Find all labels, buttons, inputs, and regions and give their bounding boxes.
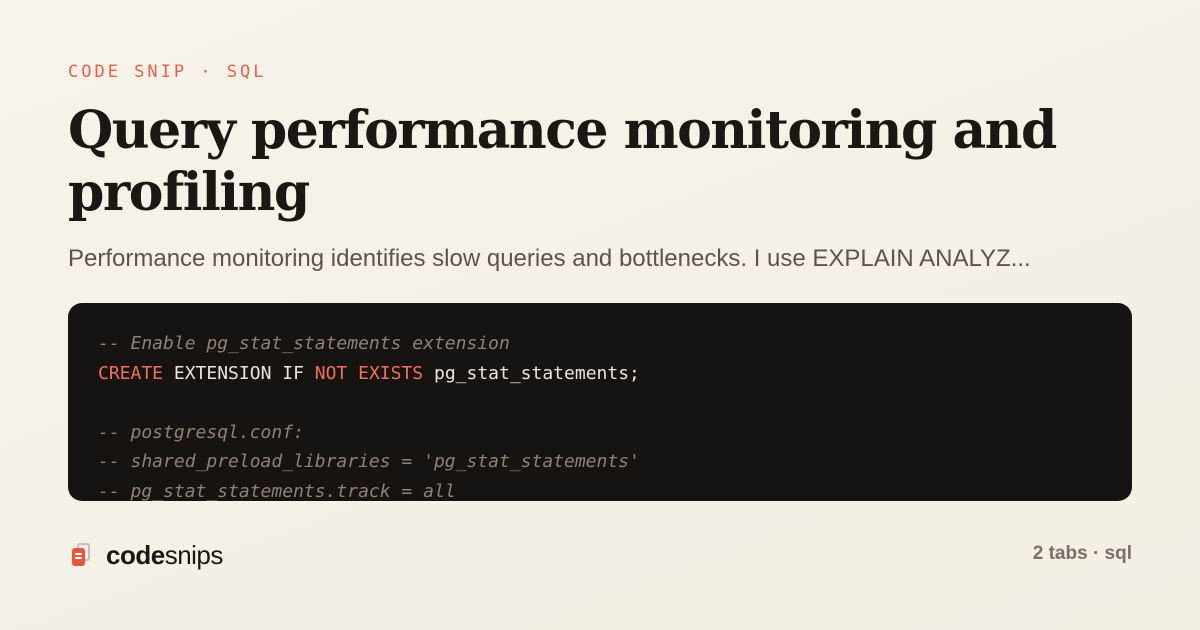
code-line: -- pg_stat_statements.track = all — [98, 477, 1102, 502]
code-token-keyword: CREATE — [98, 362, 164, 384]
code-token-comment: -- Enable pg_stat_statements extension — [98, 333, 510, 354]
snippet-logo-icon — [72, 542, 92, 569]
brand-name: codesnips — [106, 540, 223, 571]
code-token-comment: -- pg_stat_statements.track = all — [98, 480, 456, 502]
snippet-description: Performance monitoring identifies slow q… — [68, 245, 1031, 272]
code-block: -- Enable pg_stat_statements extension CR… — [68, 303, 1132, 501]
code-token-comment: -- shared_preload_libraries = 'pg_stat_s… — [98, 451, 640, 472]
eyebrow-label: CODE SNIP · SQL — [68, 62, 267, 82]
page-title: Query performance monitoring and profili… — [68, 100, 1057, 223]
brand-logo[interactable]: codesnips — [72, 540, 223, 571]
brand-name-strong: code — [106, 540, 165, 570]
snippet-meta: 2 tabs · sql — [1032, 543, 1132, 564]
code-line: CREATE EXTENSION IF NOT EXISTS pg_stat_s… — [98, 359, 1102, 389]
brand-name-light: snips — [164, 540, 224, 570]
code-token-keyword: EXISTS — [358, 362, 424, 384]
code-token-plain: EXTENSION IF — [163, 362, 315, 384]
code-token-plain: pg_stat_statements; — [423, 362, 640, 384]
code-line: -- Enable pg_stat_statements extension — [98, 329, 1102, 359]
code-line: -- shared_preload_libraries = 'pg_stat_s… — [98, 447, 1102, 477]
code-token-comment: -- postgresql.conf: — [98, 421, 304, 443]
code-line: -- postgresql.conf: — [98, 418, 1102, 448]
code-token-keyword: NOT — [314, 362, 348, 384]
